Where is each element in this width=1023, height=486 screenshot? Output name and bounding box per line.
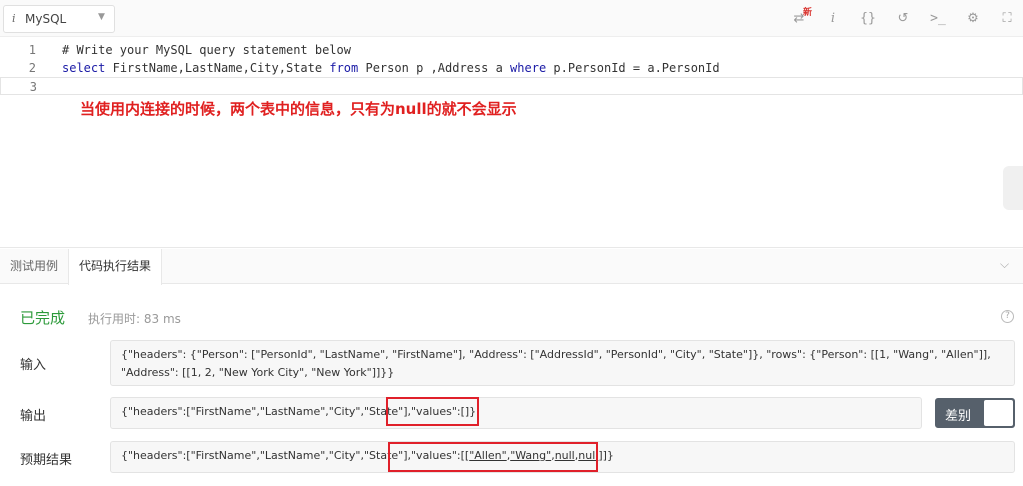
line-number: 2 <box>28 61 36 75</box>
diff-label: 差别 <box>945 409 972 424</box>
code-text: # Write your MySQL query statement below <box>62 43 351 57</box>
editor-toolbar: i MySQL ▼ ⇄ 新 i {} ↺ >_ ⚙ ⛶ <box>0 0 1023 37</box>
braces-icon[interactable]: {} <box>858 10 878 28</box>
new-badge: 新 <box>803 8 813 18</box>
current-code-line[interactable]: 3 <box>0 77 1023 95</box>
output-value: {"headers":["FirstName","LastName","City… <box>110 397 922 429</box>
run-time: 执行用时: 83 ms <box>88 312 181 326</box>
language-label: MySQL <box>25 12 67 26</box>
expected-label: 预期结果 <box>20 453 73 468</box>
tab-test-cases[interactable]: 测试用例 <box>0 249 68 284</box>
line-number: 3 <box>29 80 37 94</box>
gear-icon[interactable]: ⚙ <box>964 10 982 28</box>
highlight-box-expected <box>388 442 598 472</box>
chevron-down-icon: ▼ <box>98 12 105 22</box>
input-label: 输入 <box>20 358 47 373</box>
toggle-knob <box>984 400 1013 426</box>
run-status: 已完成 <box>20 309 66 327</box>
code-text: select FirstName,LastName,City,State fro… <box>62 61 720 75</box>
expected-text: ]]} <box>598 449 614 462</box>
info-icon: i <box>12 12 16 25</box>
result-tabs: 测试用例 代码执行结果 ⌵ <box>0 249 1023 285</box>
undo-icon[interactable]: ↺ <box>894 10 912 28</box>
fullscreen-icon[interactable]: ⛶ <box>999 10 1015 28</box>
language-select[interactable]: i MySQL ▼ <box>3 5 115 33</box>
output-label: 输出 <box>20 409 47 424</box>
diff-toggle[interactable]: 差别 <box>935 398 1015 428</box>
code-line[interactable]: 2 select FirstName,LastName,City,State f… <box>0 59 1023 77</box>
chevron-down-icon[interactable]: ⌵ <box>1000 257 1009 272</box>
scroll-handle[interactable] <box>1003 166 1023 210</box>
code-editor[interactable]: 1 # Write your MySQL query statement bel… <box>0 38 1023 248</box>
tab-run-result[interactable]: 代码执行结果 <box>68 249 163 285</box>
code-line[interactable]: 1 # Write your MySQL query statement bel… <box>0 41 1023 59</box>
line-number: 1 <box>28 43 36 57</box>
help-icon[interactable]: ? <box>1001 310 1014 323</box>
info-icon[interactable]: i <box>826 10 840 28</box>
highlight-box-output <box>386 397 479 426</box>
terminal-icon[interactable]: >_ <box>929 10 947 28</box>
annotation-note: 当使用内连接的时候，两个表中的信息，只有为null的就不会显示 <box>80 100 517 118</box>
input-value: {"headers": {"Person": ["PersonId", "Las… <box>110 340 1015 386</box>
